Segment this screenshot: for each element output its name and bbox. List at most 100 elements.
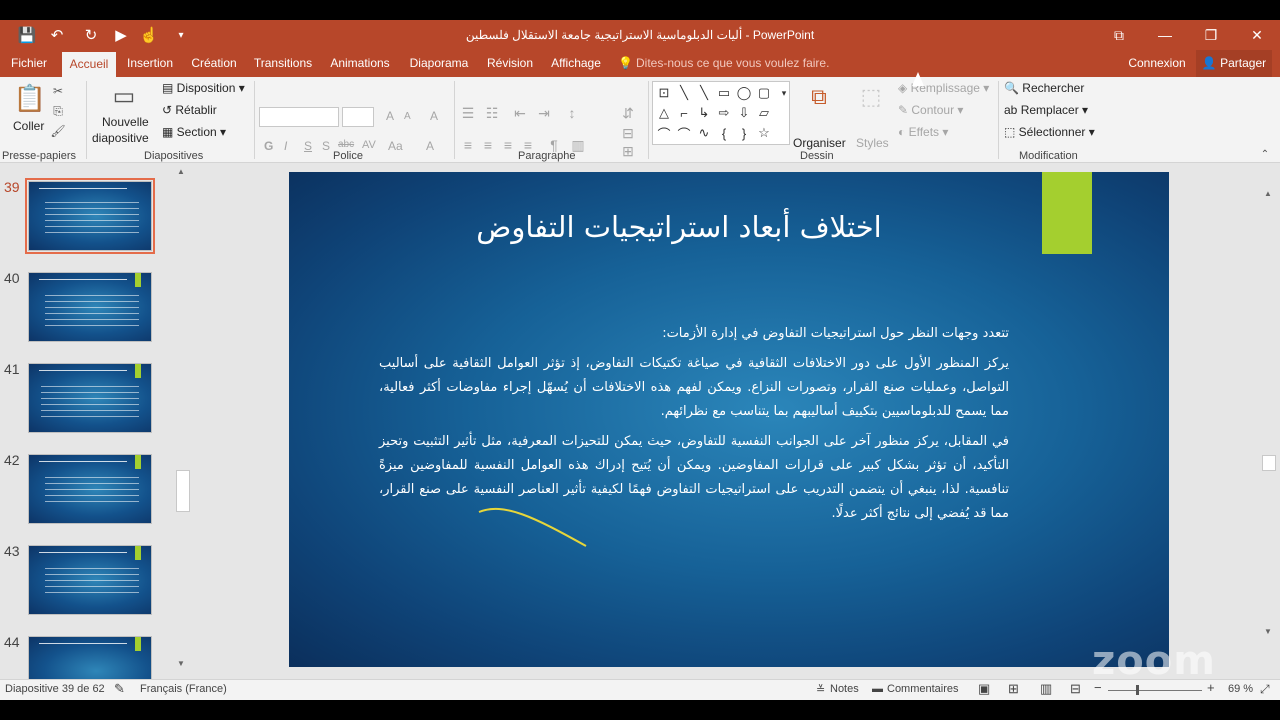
text-direction-icon[interactable]: ⇵ <box>620 105 636 121</box>
maximize-button[interactable]: ❐ <box>1188 20 1234 50</box>
tab-insertion[interactable]: Insertion <box>120 50 180 77</box>
outdent-icon[interactable]: ⇥ <box>536 105 552 121</box>
quick-styles-label-1[interactable]: Styles <box>856 136 889 150</box>
align-left-icon[interactable]: ≡ <box>460 137 476 153</box>
comments-button[interactable]: Commentaires <box>887 683 959 695</box>
close-button[interactable]: ✕ <box>1234 20 1280 50</box>
font-color-button[interactable]: A <box>426 139 434 153</box>
zoom-level[interactable]: 69 % <box>1228 683 1253 695</box>
reading-view-icon[interactable]: ▥ <box>1040 681 1052 697</box>
bold-button[interactable]: G <box>264 139 273 153</box>
align-right-icon[interactable]: ≡ <box>500 137 516 153</box>
arrow-shape-icon[interactable]: ⇨ <box>715 104 733 122</box>
italic-button[interactable]: I <box>284 139 287 153</box>
arc-shape-icon[interactable]: ⌒ <box>675 124 693 142</box>
indent-icon[interactable]: ⇤ <box>512 105 528 121</box>
shrink-font-icon[interactable]: A <box>404 111 411 122</box>
tab-fichier[interactable]: Fichier <box>4 50 54 77</box>
align-text-icon[interactable]: ⊟ <box>620 125 636 141</box>
char-spacing-button[interactable]: AV <box>362 139 376 151</box>
select-button[interactable]: ⬚ Sélectionner ▾ <box>1004 125 1095 139</box>
ribbon-display-options-button[interactable]: ⧉ <box>1096 20 1142 50</box>
gallery-more-icon[interactable]: ▾ <box>775 84 793 102</box>
redo-icon[interactable]: ↻ <box>80 25 102 45</box>
collapse-ribbon-icon[interactable]: ⌃ <box>1258 147 1272 161</box>
save-icon[interactable]: 💾 <box>16 25 38 45</box>
zoom-slider-thumb[interactable] <box>1136 685 1139 695</box>
editor-scrollbar[interactable]: ▲ ▼ <box>1260 187 1278 641</box>
triangle-shape-icon[interactable]: △ <box>655 104 673 122</box>
line-shape-icon[interactable]: ╲ <box>675 84 693 102</box>
smartart-icon[interactable]: ⊞ <box>620 143 636 159</box>
cut-icon[interactable]: ✂ <box>50 83 66 99</box>
touch-mode-icon[interactable]: ☝ <box>138 25 160 45</box>
shape-effects-button[interactable]: ◐ Effets ▾ <box>898 125 948 139</box>
thumbnails-scrollbar[interactable]: ▲ ▼ <box>174 163 190 673</box>
share-button[interactable]: 👤 Partager <box>1196 50 1272 77</box>
normal-view-icon[interactable]: ▣ <box>978 681 990 697</box>
connector-shape-icon[interactable]: ⌐ <box>675 104 693 122</box>
rounded-rect-shape-icon[interactable]: ▢ <box>755 84 773 102</box>
tab-animations[interactable]: Animations <box>324 50 396 77</box>
slide-thumbnail[interactable] <box>28 545 152 615</box>
new-slide-label-1[interactable]: Nouvelle <box>102 115 149 129</box>
underline-button[interactable]: S <box>304 139 312 153</box>
shapes-gallery[interactable]: ⊡ ╲ ╲ ▭ ◯ ▢ △ ⌐ ↳ ⇨ ⇩ ▱ ⌒ ⌒ ∿ { } ☆ ▾ <box>652 81 790 145</box>
line-shape-icon[interactable]: ╲ <box>695 84 713 102</box>
slide-thumbnail[interactable] <box>28 363 152 433</box>
spelling-icon[interactable]: ✎ <box>114 681 125 697</box>
connector-shape-icon[interactable]: ↳ <box>695 104 713 122</box>
rectangle-shape-icon[interactable]: ▭ <box>715 84 733 102</box>
slide-canvas[interactable]: اختلاف أبعاد استراتيجيات التفاوض تتعدد و… <box>289 172 1169 667</box>
slideshow-icon[interactable]: ⊟ <box>1070 681 1081 697</box>
slide-sorter-icon[interactable]: ⊞ <box>1008 681 1019 697</box>
scroll-down-icon[interactable]: ▼ <box>1264 627 1272 636</box>
paste-icon[interactable]: 📋 <box>14 81 46 115</box>
scroll-up-icon[interactable]: ▲ <box>177 167 185 176</box>
arrange-icon[interactable]: ⧉ <box>804 81 834 113</box>
find-button[interactable]: 🔍 Rechercher <box>1004 81 1084 95</box>
zoom-slider[interactable] <box>1108 690 1202 691</box>
customize-qat-icon[interactable]: ▾ <box>170 25 192 45</box>
notes-button[interactable]: Notes <box>830 683 859 695</box>
replace-button[interactable]: ab Remplacer ▾ <box>1004 103 1088 117</box>
minimize-button[interactable]: — <box>1142 20 1188 50</box>
strikethrough-button[interactable]: abc <box>338 139 354 150</box>
numbering-icon[interactable]: ☷ <box>484 105 500 121</box>
freeform-shape-icon[interactable]: ∿ <box>695 124 713 142</box>
language-indicator[interactable]: Français (France) <box>140 683 227 695</box>
scrollbar-thumb[interactable] <box>1262 455 1276 471</box>
slide-thumbnail[interactable] <box>25 178 155 254</box>
copy-icon[interactable]: ⎘ <box>50 103 66 119</box>
textbox-shape-icon[interactable]: ⊡ <box>655 84 673 102</box>
shadow-button[interactable]: S <box>322 139 330 153</box>
bullets-icon[interactable]: ☰ <box>460 105 476 121</box>
font-size-input[interactable] <box>342 107 374 127</box>
brace-shape-icon[interactable]: } <box>735 124 753 142</box>
line-spacing-icon[interactable]: ↕ <box>564 105 580 121</box>
layout-button[interactable]: ▤ Disposition ▾ <box>162 81 245 95</box>
grow-font-icon[interactable]: A <box>386 109 394 123</box>
format-painter-icon[interactable]: 🖌 <box>50 123 66 139</box>
slide-thumbnail[interactable] <box>28 454 152 524</box>
scrollbar-thumb[interactable] <box>176 470 190 512</box>
change-case-button[interactable]: Aa <box>388 139 403 153</box>
notes-icon[interactable]: ≚ <box>816 683 825 696</box>
fit-slide-icon[interactable]: ⤢ <box>1260 682 1270 697</box>
present-icon[interactable]: ▶ <box>110 25 132 45</box>
quick-styles-icon[interactable]: ⬚ <box>856 81 886 113</box>
tab-revision[interactable]: Révision <box>482 50 538 77</box>
slide-body-textbox[interactable]: تتعدد وجهات النظر حول استراتيجيات التفاو… <box>379 322 1009 532</box>
tab-diaporama[interactable]: Diaporama <box>402 50 476 77</box>
comments-icon[interactable]: ▬ <box>872 683 883 695</box>
tab-creation[interactable]: Création <box>186 50 242 77</box>
arrange-button[interactable]: Organiser <box>793 136 846 150</box>
undo-icon[interactable]: ↶ <box>46 25 68 45</box>
callout-shape-icon[interactable]: ▱ <box>755 104 773 122</box>
clear-format-icon[interactable]: A <box>430 109 438 123</box>
shape-outline-button[interactable]: ✎ Contour ▾ <box>898 103 963 117</box>
star-shape-icon[interactable]: ☆ <box>755 124 773 142</box>
tab-affichage[interactable]: Affichage <box>544 50 608 77</box>
slide-thumbnail[interactable] <box>28 636 152 679</box>
reset-button[interactable]: ↺ Rétablir <box>162 103 217 117</box>
